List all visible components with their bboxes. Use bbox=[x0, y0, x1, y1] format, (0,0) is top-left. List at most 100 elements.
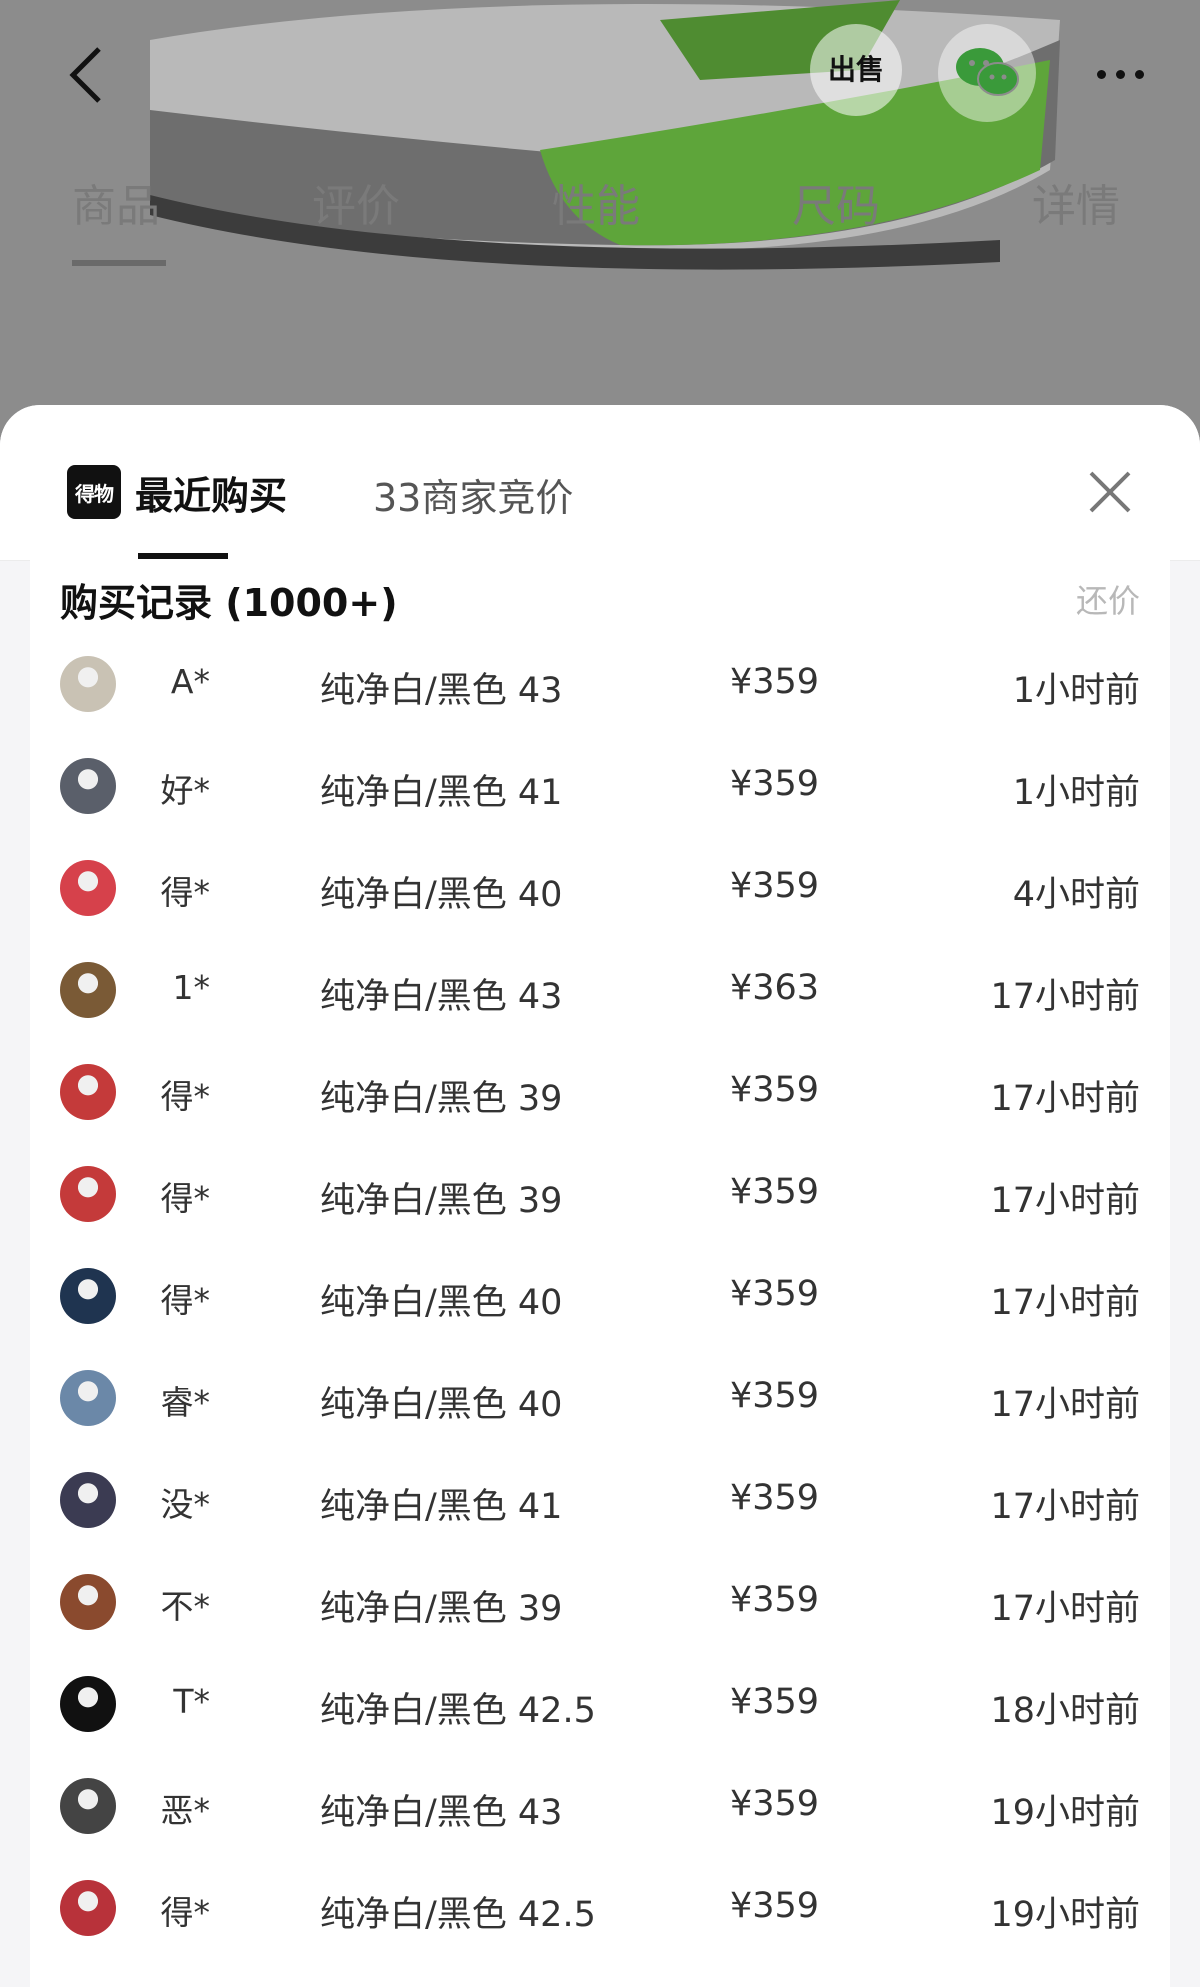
dot-icon bbox=[1115, 69, 1125, 79]
product-spec: 纯净白/黑色 42.5 bbox=[320, 1691, 596, 1731]
avatar bbox=[60, 860, 116, 916]
tab-recent-purchases[interactable]: 最近购买 bbox=[135, 465, 287, 520]
tab-underline bbox=[72, 260, 166, 266]
product-page-background: 出售 商品 评价 性能 尺码 详情 bbox=[0, 0, 1200, 460]
purchase-price: ¥359 bbox=[730, 1784, 820, 1824]
purchase-record-row: 得* 纯净白/黑色 39 ¥359 17小时前 bbox=[30, 1042, 1170, 1142]
purchase-record-row: 没* 纯净白/黑色 41 ¥359 17小时前 bbox=[30, 1450, 1170, 1550]
purchase-time: 17小时前 bbox=[990, 1589, 1140, 1629]
sell-label: 出售 bbox=[827, 53, 884, 86]
tab-seller-bidding[interactable]: 33商家竞价 bbox=[373, 467, 573, 522]
purchase-price: ¥359 bbox=[730, 1070, 820, 1110]
buyer-name: T* bbox=[173, 1682, 210, 1721]
dot-icon bbox=[1096, 69, 1106, 79]
product-spec: 纯净白/黑色 40 bbox=[320, 875, 563, 915]
product-spec: 纯净白/黑色 43 bbox=[320, 1793, 563, 1833]
records-title: 购买记录 (1000+) bbox=[60, 581, 398, 625]
purchase-time: 4小时前 bbox=[1012, 875, 1140, 915]
product-spec: 纯净白/黑色 39 bbox=[320, 1589, 563, 1629]
product-spec: 纯净白/黑色 43 bbox=[320, 977, 563, 1017]
buyer-name: 没* bbox=[160, 1485, 211, 1524]
product-spec: 纯净白/黑色 39 bbox=[320, 1181, 563, 1221]
recent-purchases-sheet: 得物 最近购买 33商家竞价 购买记录 (1000+) 还价 A* 纯净白/黑色 … bbox=[0, 405, 1200, 1987]
purchase-price: ¥359 bbox=[730, 1682, 820, 1722]
purchase-time: 18小时前 bbox=[990, 1691, 1140, 1731]
purchase-record-row: 得* 纯净白/黑色 39 ¥359 17小时前 bbox=[30, 1144, 1170, 1244]
purchase-time: 17小时前 bbox=[990, 1385, 1140, 1425]
close-icon bbox=[1089, 471, 1131, 513]
avatar bbox=[60, 1370, 116, 1426]
purchase-time: 1小时前 bbox=[1012, 773, 1140, 813]
chevron-left-icon bbox=[69, 47, 101, 103]
wechat-share-button[interactable] bbox=[938, 24, 1036, 122]
buyer-name: 1* bbox=[172, 968, 211, 1007]
back-button[interactable] bbox=[50, 40, 120, 110]
purchase-record-row: 得* 纯净白/黑色 40 ¥359 17小时前 bbox=[30, 1246, 1170, 1346]
tab-size[interactable]: 尺码 bbox=[792, 170, 880, 234]
avatar bbox=[60, 1880, 116, 1936]
purchase-price: ¥359 bbox=[730, 1172, 820, 1212]
purchase-record-row: T* 纯净白/黑色 42.5 ¥359 18小时前 bbox=[30, 1654, 1170, 1754]
dot-icon bbox=[1134, 69, 1144, 79]
product-tabs: 商品 评价 性能 尺码 详情 bbox=[0, 170, 1200, 266]
purchase-time: 17小时前 bbox=[990, 1283, 1140, 1323]
avatar bbox=[60, 1676, 116, 1732]
purchase-price: ¥359 bbox=[730, 764, 820, 804]
purchase-time: 19小时前 bbox=[990, 1793, 1140, 1833]
purchase-record-row: 得* 纯净白/黑色 42.5 ¥359 19小时前 bbox=[30, 1858, 1170, 1958]
purchase-record-row: 恶* 纯净白/黑色 43 ¥359 19小时前 bbox=[30, 1756, 1170, 1856]
product-spec: 纯净白/黑色 40 bbox=[320, 1385, 563, 1425]
buyer-name: 得* bbox=[160, 873, 211, 912]
product-spec: 纯净白/黑色 40 bbox=[320, 1283, 563, 1323]
purchase-record-row: 好* 纯净白/黑色 41 ¥359 1小时前 bbox=[30, 736, 1170, 836]
purchase-record-row: 得* 纯净白/黑色 40 ¥359 4小时前 bbox=[30, 838, 1170, 938]
purchase-price: ¥359 bbox=[730, 1376, 820, 1416]
buyer-name: 得* bbox=[160, 1077, 211, 1116]
sell-button[interactable]: 出售 bbox=[810, 24, 902, 116]
product-spec: 纯净白/黑色 39 bbox=[320, 1079, 563, 1119]
avatar bbox=[60, 962, 116, 1018]
buyer-name: 得* bbox=[160, 1893, 211, 1932]
purchase-price: ¥359 bbox=[730, 1274, 820, 1314]
avatar bbox=[60, 758, 116, 814]
active-tab-underline bbox=[138, 553, 228, 559]
tab-performance[interactable]: 性能 bbox=[552, 170, 640, 234]
product-spec: 纯净白/黑色 42.5 bbox=[320, 1895, 596, 1935]
buyer-name: 恶* bbox=[160, 1791, 211, 1830]
purchase-time: 17小时前 bbox=[990, 977, 1140, 1017]
tab-details[interactable]: 详情 bbox=[1032, 170, 1120, 234]
more-options-button[interactable] bbox=[1080, 44, 1160, 104]
purchase-price: ¥359 bbox=[730, 866, 820, 906]
purchase-price: ¥363 bbox=[730, 968, 820, 1008]
avatar bbox=[60, 1472, 116, 1528]
wechat-icon bbox=[956, 48, 1019, 96]
avatar bbox=[60, 1166, 116, 1222]
buyer-name: 不* bbox=[160, 1587, 211, 1626]
app-logo: 得物 bbox=[67, 465, 121, 519]
product-spec: 纯净白/黑色 41 bbox=[320, 773, 563, 813]
avatar bbox=[60, 1268, 116, 1324]
purchase-time: 17小时前 bbox=[990, 1079, 1140, 1119]
purchase-price: ¥359 bbox=[730, 1478, 820, 1518]
purchase-record-row: 睿* 纯净白/黑色 40 ¥359 17小时前 bbox=[30, 1348, 1170, 1448]
sheet-header: 得物 最近购买 33商家竞价 bbox=[0, 405, 1200, 561]
close-button[interactable] bbox=[1085, 467, 1135, 517]
tab-reviews[interactable]: 评价 bbox=[312, 170, 400, 234]
purchase-record-row: 不* 纯净白/黑色 39 ¥359 17小时前 bbox=[30, 1552, 1170, 1652]
avatar bbox=[60, 656, 116, 712]
purchase-time: 1小时前 bbox=[1012, 671, 1140, 711]
purchase-time: 19小时前 bbox=[990, 1895, 1140, 1935]
product-spec: 纯净白/黑色 41 bbox=[320, 1487, 563, 1527]
purchase-price: ¥359 bbox=[730, 662, 820, 702]
buyer-name: 得* bbox=[160, 1281, 211, 1320]
purchase-price: ¥359 bbox=[730, 1886, 820, 1926]
buyer-name: 好* bbox=[160, 771, 211, 810]
purchase-record-row: A* 纯净白/黑色 43 ¥359 1小时前 bbox=[30, 634, 1170, 734]
purchase-time: 17小时前 bbox=[990, 1487, 1140, 1527]
buyer-name: 得* bbox=[160, 1179, 211, 1218]
tab-product[interactable]: 商品 bbox=[72, 170, 160, 234]
product-spec: 纯净白/黑色 43 bbox=[320, 671, 563, 711]
buyer-name: 睿* bbox=[160, 1383, 211, 1422]
avatar bbox=[60, 1778, 116, 1834]
bargain-link[interactable]: 还价 bbox=[1076, 576, 1140, 622]
